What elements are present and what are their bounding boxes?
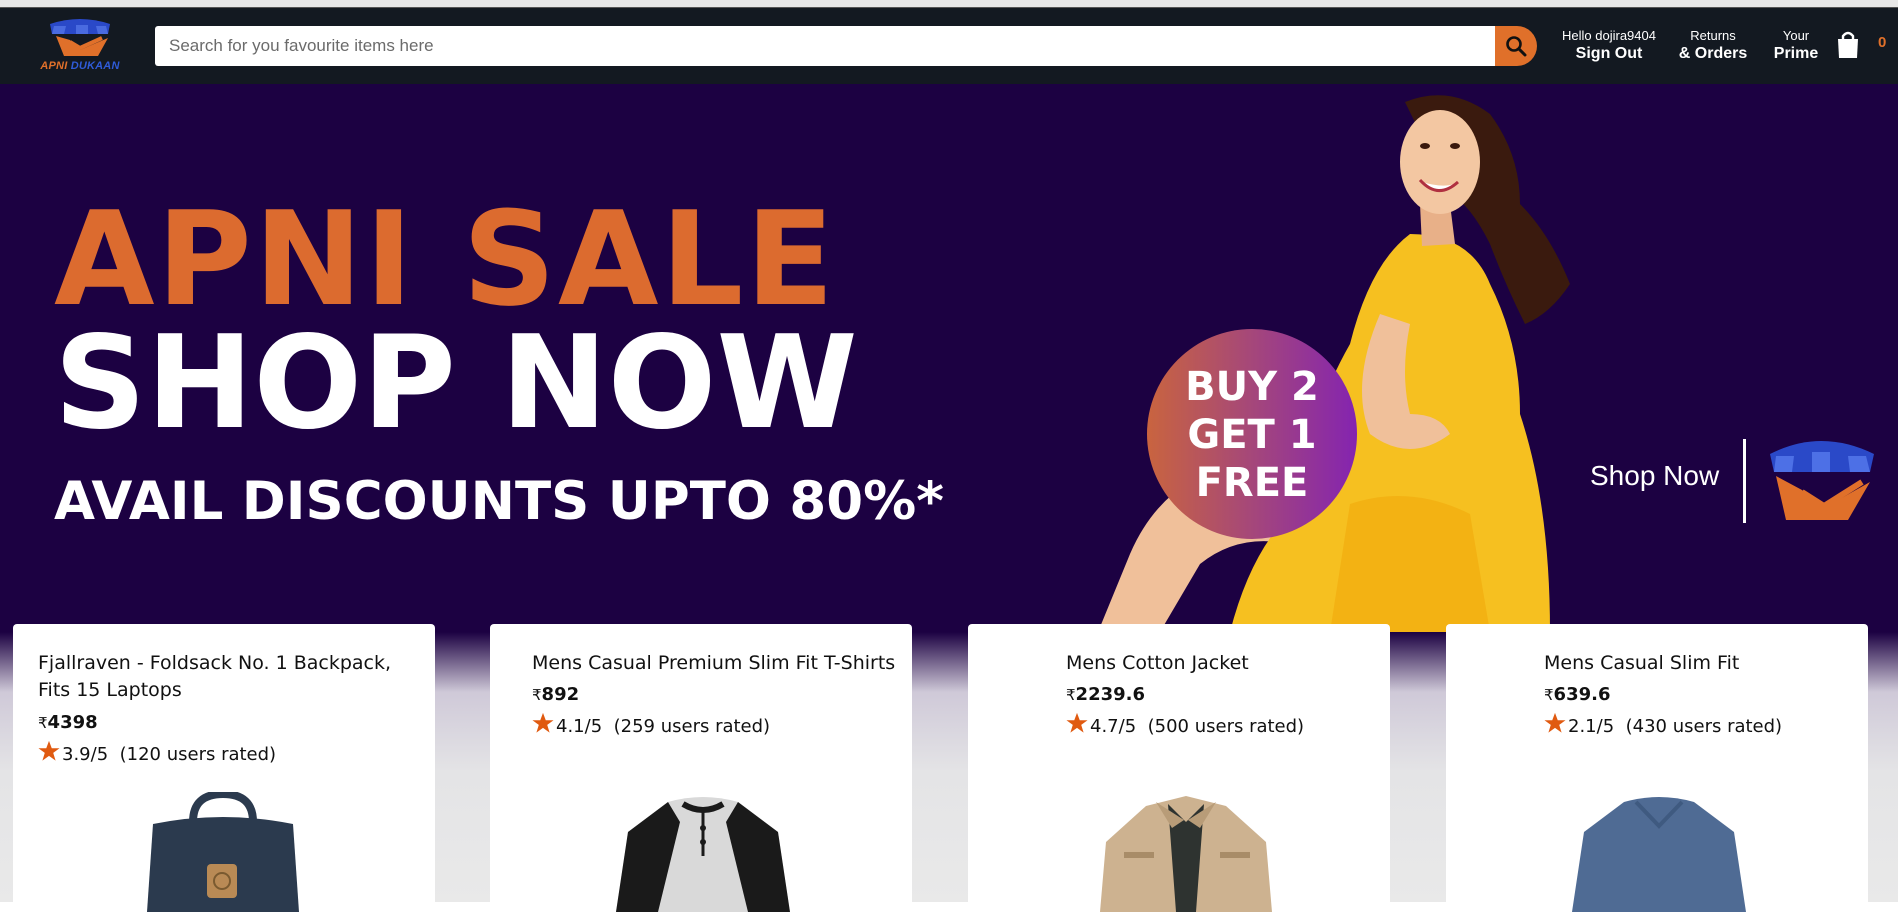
hero-banner[interactable]: APNI SALE SHOP NOW AVAIL DISCOUNTS UPTO … (0, 84, 1898, 632)
star-icon (38, 740, 60, 761)
price-amount: 2239.6 (1075, 684, 1146, 705)
product-price: ₹4398 (38, 712, 98, 733)
search-input[interactable] (155, 26, 1495, 66)
product-rating: 4.7/5 (500 users rated) (1066, 712, 1304, 737)
store-logo-icon (50, 19, 110, 56)
shopping-bag-icon (1838, 31, 1858, 58)
logo-word-dukaan: DUKAAN (70, 60, 120, 72)
product-card[interactable]: Mens Cotton Jacket ₹2239.6 4.7/5 (500 us… (968, 624, 1390, 914)
product-price: ₹639.6 (1544, 684, 1610, 705)
rating-count: (259 users rated) (613, 716, 771, 737)
rating-count: (430 users rated) (1625, 716, 1783, 737)
logo-word-apni: APNI (40, 60, 68, 72)
hero-subheadline: SHOP NOW (54, 309, 858, 458)
cart-button[interactable]: 0 (1834, 28, 1886, 64)
shop-now-button[interactable]: Shop Now (1590, 460, 1719, 492)
prime-link[interactable]: Your Prime (1768, 28, 1824, 64)
product-image-long-sleeve (1572, 797, 1746, 912)
currency-symbol: ₹ (38, 714, 48, 732)
star-icon (532, 712, 554, 733)
price-amount: 4398 (47, 712, 98, 733)
product-card[interactable]: Mens Casual Premium Slim Fit T-Shirts ₹8… (490, 624, 912, 914)
account-greeting: Hello dojira9404 (1562, 28, 1656, 43)
search-icon (1506, 36, 1527, 57)
product-rating: 3.9/5 (120 users rated) (38, 740, 276, 765)
product-card[interactable]: Fjallraven - Foldsack No. 1 Backpack, Fi… (13, 624, 435, 914)
offer-badge: BUY 2 GET 1 FREE (1147, 329, 1357, 539)
currency-symbol: ₹ (532, 686, 542, 704)
product-price: ₹2239.6 (1066, 684, 1145, 705)
star-icon (1066, 712, 1088, 733)
orders-label: & Orders (1678, 45, 1748, 62)
product-price: ₹892 (532, 684, 579, 705)
price-amount: 892 (541, 684, 580, 705)
search-button[interactable] (1495, 26, 1537, 66)
product-title[interactable]: Mens Cotton Jacket (1066, 650, 1376, 677)
badge-line1: BUY 2 (1185, 364, 1319, 410)
logo-text: APNI DUKAAN (38, 60, 122, 72)
product-title[interactable]: Mens Casual Slim Fit (1544, 650, 1854, 677)
price-amount: 639.6 (1553, 684, 1611, 705)
prime-line1: Your (1782, 28, 1810, 43)
hero-divider (1743, 439, 1746, 523)
header: APNI DUKAAN Hello dojira9404 Sign Out Re… (0, 8, 1898, 84)
rating-score: 4.1/5 (556, 716, 603, 737)
product-title[interactable]: Fjallraven - Foldsack No. 1 Backpack, Fi… (38, 650, 418, 704)
cart-count: 0 (1878, 34, 1887, 51)
product-title[interactable]: Mens Casual Premium Slim Fit T-Shirts (532, 650, 902, 677)
hero-headline: APNI SALE (54, 183, 837, 335)
prime-line2: Prime (1773, 45, 1819, 62)
site-logo[interactable]: APNI DUKAAN (36, 12, 124, 80)
badge-line2: GET 1 (1187, 412, 1317, 458)
product-card[interactable]: Mens Casual Slim Fit ₹639.6 2.1/5 (430 u… (1446, 624, 1868, 914)
star-icon (1544, 712, 1566, 733)
model-photo (1098, 95, 1570, 632)
sign-out-link[interactable]: Sign Out (1556, 44, 1662, 64)
rating-score: 4.7/5 (1090, 716, 1137, 737)
rating-count: (120 users rated) (119, 744, 277, 765)
store-logo-icon (1770, 441, 1874, 520)
product-image-backpack (147, 792, 299, 912)
rating-score: 3.9/5 (62, 744, 109, 765)
browser-top-strip (0, 0, 1898, 8)
search-bar (155, 26, 1537, 66)
rating-count: (500 users rated) (1147, 716, 1305, 737)
returns-label: Returns (1690, 28, 1736, 43)
currency-symbol: ₹ (1544, 686, 1554, 704)
account-menu[interactable]: Hello dojira9404 Sign Out (1556, 28, 1662, 64)
product-rating: 4.1/5 (259 users rated) (532, 712, 770, 737)
currency-symbol: ₹ (1066, 686, 1076, 704)
badge-line3: FREE (1195, 460, 1309, 506)
product-image-jacket (1100, 796, 1272, 912)
returns-orders-link[interactable]: Returns & Orders (1672, 28, 1754, 64)
rating-score: 2.1/5 (1568, 716, 1615, 737)
product-image-tshirt (616, 797, 790, 912)
product-rating: 2.1/5 (430 users rated) (1544, 712, 1782, 737)
hero-discount-text: AVAIL DISCOUNTS UPTO 80%* (54, 471, 944, 532)
